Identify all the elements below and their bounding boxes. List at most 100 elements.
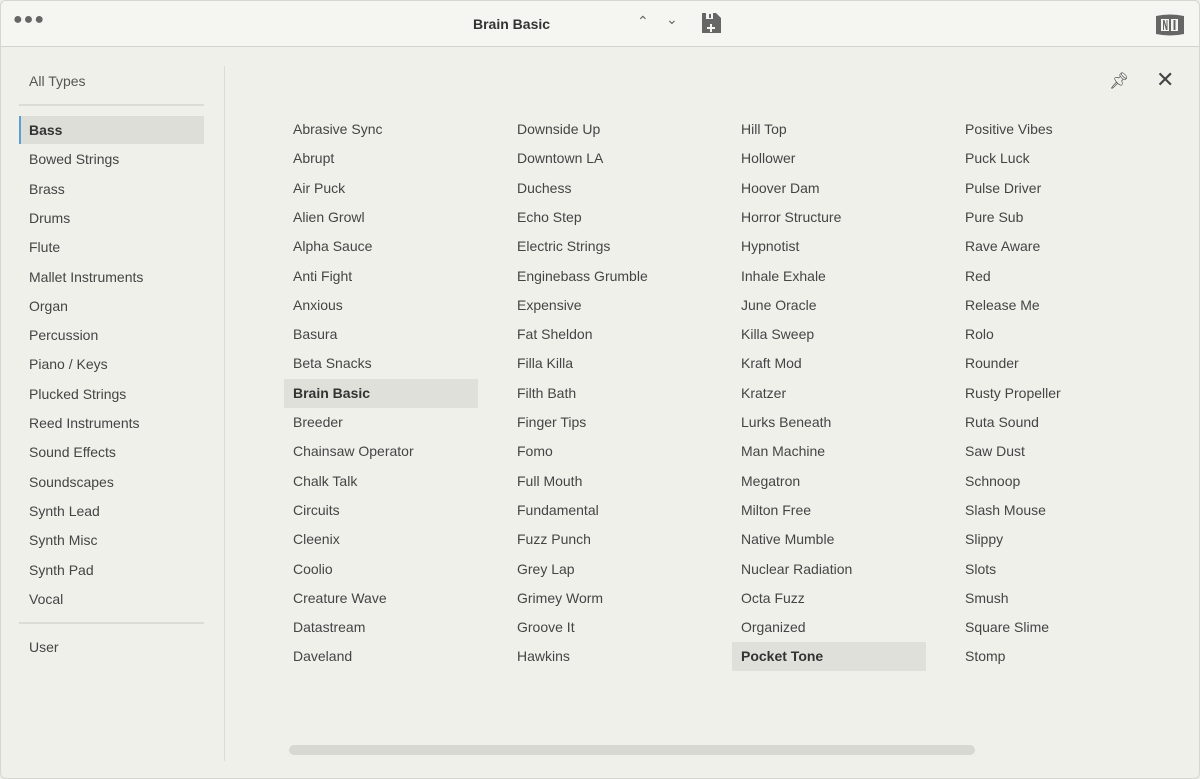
- preset-item[interactable]: Finger Tips: [508, 408, 702, 437]
- category-item[interactable]: Plucked Strings: [19, 380, 204, 408]
- preset-item[interactable]: Inhale Exhale: [732, 262, 926, 291]
- more-dots-icon[interactable]: ●●●: [13, 11, 45, 29]
- preset-item[interactable]: Positive Vibes: [956, 115, 1150, 144]
- preset-item[interactable]: Echo Step: [508, 203, 702, 232]
- category-item[interactable]: Vocal: [19, 585, 204, 613]
- preset-item[interactable]: Fat Sheldon: [508, 320, 702, 349]
- preset-item[interactable]: Hollower: [732, 144, 926, 173]
- category-item[interactable]: Sound Effects: [19, 438, 204, 466]
- chevron-up-icon[interactable]: ⌃: [637, 13, 649, 30]
- preset-item[interactable]: Chainsaw Operator: [284, 437, 478, 466]
- preset-item[interactable]: Anxious: [284, 291, 478, 320]
- close-icon[interactable]: ✕: [1156, 67, 1174, 93]
- preset-item[interactable]: Coolio: [284, 555, 478, 584]
- preset-item[interactable]: Hawkins: [508, 642, 702, 671]
- category-item[interactable]: Synth Misc: [19, 526, 204, 554]
- preset-item[interactable]: Downside Up: [508, 115, 702, 144]
- preset-item[interactable]: Ruta Sound: [956, 408, 1150, 437]
- preset-item[interactable]: Filla Killa: [508, 349, 702, 378]
- preset-item[interactable]: Square Slime: [956, 613, 1150, 642]
- category-item[interactable]: Synth Pad: [19, 556, 204, 584]
- category-item[interactable]: Reed Instruments: [19, 409, 204, 437]
- preset-item[interactable]: Datastream: [284, 613, 478, 642]
- preset-item[interactable]: Octa Fuzz: [732, 584, 926, 613]
- category-user[interactable]: User: [19, 633, 204, 661]
- preset-item[interactable]: Hypnotist: [732, 232, 926, 261]
- preset-item[interactable]: Pure Sub: [956, 203, 1150, 232]
- preset-item[interactable]: Organized: [732, 613, 926, 642]
- preset-item[interactable]: Duchess: [508, 174, 702, 203]
- preset-item[interactable]: Daveland: [284, 642, 478, 671]
- preset-item[interactable]: Beta Snacks: [284, 349, 478, 378]
- preset-item[interactable]: Nuclear Radiation: [732, 555, 926, 584]
- category-item[interactable]: Piano / Keys: [19, 350, 204, 378]
- preset-item[interactable]: Grimey Worm: [508, 584, 702, 613]
- preset-item[interactable]: Kraft Mod: [732, 349, 926, 378]
- horizontal-scrollbar[interactable]: [289, 745, 975, 755]
- preset-item[interactable]: Rounder: [956, 349, 1150, 378]
- preset-item[interactable]: Man Machine: [732, 437, 926, 466]
- preset-item[interactable]: Slots: [956, 555, 1150, 584]
- category-item[interactable]: Soundscapes: [19, 468, 204, 496]
- preset-item[interactable]: Downtown LA: [508, 144, 702, 173]
- preset-item[interactable]: Air Puck: [284, 174, 478, 203]
- preset-item[interactable]: Fundamental: [508, 496, 702, 525]
- preset-item[interactable]: Expensive: [508, 291, 702, 320]
- preset-item[interactable]: Abrasive Sync: [284, 115, 478, 144]
- chevron-down-icon[interactable]: ⌄: [666, 11, 678, 28]
- category-item[interactable]: Percussion: [19, 321, 204, 349]
- preset-item[interactable]: Killa Sweep: [732, 320, 926, 349]
- preset-item[interactable]: Cleenix: [284, 525, 478, 554]
- preset-item[interactable]: Circuits: [284, 496, 478, 525]
- category-item[interactable]: Brass: [19, 175, 204, 203]
- preset-item[interactable]: Kratzer: [732, 379, 926, 408]
- preset-item[interactable]: Creature Wave: [284, 584, 478, 613]
- preset-item[interactable]: Slash Mouse: [956, 496, 1150, 525]
- preset-item[interactable]: Filth Bath: [508, 379, 702, 408]
- preset-item[interactable]: Schnoop: [956, 467, 1150, 496]
- category-item[interactable]: Organ: [19, 292, 204, 320]
- preset-item[interactable]: Rolo: [956, 320, 1150, 349]
- preset-item[interactable]: Saw Dust: [956, 437, 1150, 466]
- preset-item[interactable]: Grey Lap: [508, 555, 702, 584]
- category-item[interactable]: Bowed Strings: [19, 145, 204, 173]
- preset-item[interactable]: Rusty Propeller: [956, 379, 1150, 408]
- category-item[interactable]: Bass: [19, 116, 204, 144]
- preset-item[interactable]: Breeder: [284, 408, 478, 437]
- preset-item[interactable]: Brain Basic: [284, 378, 478, 408]
- category-item[interactable]: Mallet Instruments: [19, 263, 204, 291]
- preset-item[interactable]: Hill Top: [732, 115, 926, 144]
- preset-item[interactable]: Rave Aware: [956, 232, 1150, 261]
- preset-item[interactable]: Pulse Driver: [956, 174, 1150, 203]
- preset-item[interactable]: Alien Growl: [284, 203, 478, 232]
- category-item[interactable]: Flute: [19, 233, 204, 261]
- category-item[interactable]: Synth Lead: [19, 497, 204, 525]
- preset-item[interactable]: Groove It: [508, 613, 702, 642]
- preset-item[interactable]: Hoover Dam: [732, 174, 926, 203]
- pin-icon[interactable]: 📌︎: [1109, 71, 1129, 91]
- category-item[interactable]: Drums: [19, 204, 204, 232]
- preset-item[interactable]: Anti Fight: [284, 262, 478, 291]
- all-types-filter[interactable]: All Types: [29, 73, 86, 89]
- preset-item[interactable]: Smush: [956, 584, 1150, 613]
- preset-item[interactable]: Stomp: [956, 642, 1150, 671]
- preset-item[interactable]: Electric Strings: [508, 232, 702, 261]
- preset-item[interactable]: Pocket Tone: [732, 642, 926, 672]
- preset-item[interactable]: Fomo: [508, 437, 702, 466]
- preset-item[interactable]: Chalk Talk: [284, 467, 478, 496]
- save-icon[interactable]: [700, 12, 722, 34]
- preset-item[interactable]: Abrupt: [284, 144, 478, 173]
- preset-item[interactable]: Native Mumble: [732, 525, 926, 554]
- preset-item[interactable]: Full Mouth: [508, 467, 702, 496]
- preset-item[interactable]: Milton Free: [732, 496, 926, 525]
- preset-item[interactable]: Release Me: [956, 291, 1150, 320]
- preset-item[interactable]: June Oracle: [732, 291, 926, 320]
- preset-item[interactable]: Fuzz Punch: [508, 525, 702, 554]
- preset-item[interactable]: Red: [956, 262, 1150, 291]
- preset-item[interactable]: Basura: [284, 320, 478, 349]
- preset-item[interactable]: Megatron: [732, 467, 926, 496]
- preset-item[interactable]: Alpha Sauce: [284, 232, 478, 261]
- preset-item[interactable]: Horror Structure: [732, 203, 926, 232]
- preset-item[interactable]: Puck Luck: [956, 144, 1150, 173]
- preset-item[interactable]: Slippy: [956, 525, 1150, 554]
